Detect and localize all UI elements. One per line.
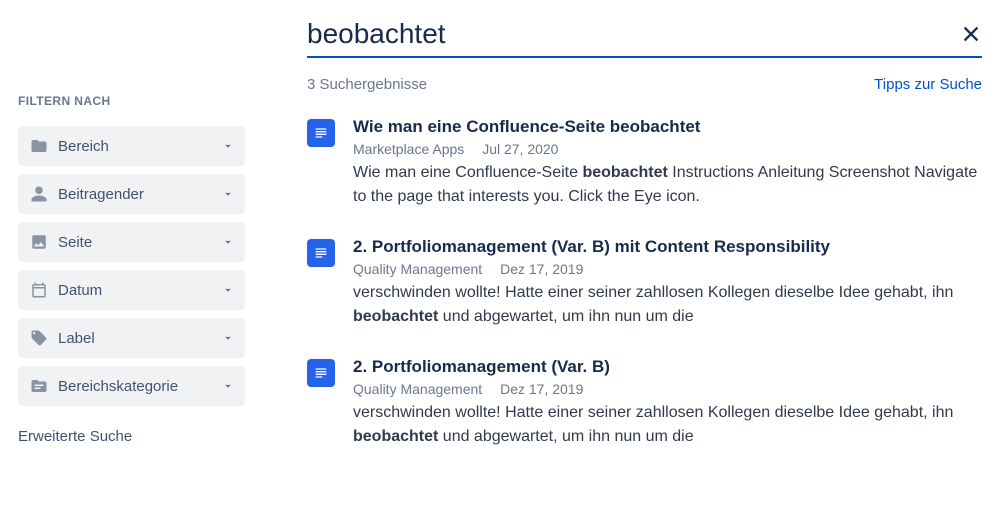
chevron-down-icon bbox=[221, 187, 235, 201]
filter-heading: FILTERN NACH bbox=[18, 94, 245, 108]
result-date: Jul 27, 2020 bbox=[482, 141, 558, 157]
search-result: 2. Portfoliomanagement (Var. B) mit Cont… bbox=[307, 237, 982, 329]
result-space: Quality Management bbox=[353, 261, 482, 277]
result-meta: Quality Management Dez 17, 2019 bbox=[353, 381, 982, 397]
result-date: Dez 17, 2019 bbox=[500, 261, 583, 277]
tag-icon bbox=[30, 329, 48, 347]
filter-bereich[interactable]: Bereich bbox=[18, 126, 245, 166]
result-title[interactable]: 2. Portfoliomanagement (Var. B) mit Cont… bbox=[353, 237, 982, 257]
result-meta: Quality Management Dez 17, 2019 bbox=[353, 261, 982, 277]
search-result: Wie man eine Confluence-Seite beobachtet… bbox=[307, 117, 982, 209]
result-count: 3 Suchergebnisse bbox=[307, 76, 427, 93]
result-title[interactable]: 2. Portfoliomanagement (Var. B) bbox=[353, 357, 982, 377]
filter-bereichskategorie[interactable]: Bereichskategorie bbox=[18, 366, 245, 406]
search-result: 2. Portfoliomanagement (Var. B) Quality … bbox=[307, 357, 982, 449]
doc-icon bbox=[307, 239, 335, 267]
search-tips-link[interactable]: Tipps zur Suche bbox=[874, 76, 982, 93]
advanced-search-link[interactable]: Erweiterte Suche bbox=[18, 428, 245, 445]
filter-list: Bereich Beitragender Seite Datum Lab bbox=[18, 126, 245, 406]
filter-label: Bereichskategorie bbox=[58, 378, 221, 395]
result-space: Marketplace Apps bbox=[353, 141, 464, 157]
result-snippet: Wie man eine Confluence-Seite beobachtet… bbox=[353, 161, 982, 209]
filter-label[interactable]: Label bbox=[18, 318, 245, 358]
result-snippet: verschwinden wollte! Hatte einer seiner … bbox=[353, 401, 982, 449]
search-row bbox=[307, 18, 982, 58]
main-panel: 3 Suchergebnisse Tipps zur Suche Wie man… bbox=[245, 0, 1000, 449]
chevron-down-icon bbox=[221, 331, 235, 345]
result-meta: Marketplace Apps Jul 27, 2020 bbox=[353, 141, 982, 157]
result-title[interactable]: Wie man eine Confluence-Seite beobachtet bbox=[353, 117, 982, 137]
result-snippet: verschwinden wollte! Hatte einer seiner … bbox=[353, 281, 982, 329]
calendar-icon bbox=[30, 281, 48, 299]
result-space: Quality Management bbox=[353, 381, 482, 397]
result-date: Dez 17, 2019 bbox=[500, 381, 583, 397]
folders-icon bbox=[30, 377, 48, 395]
chevron-down-icon bbox=[221, 235, 235, 249]
search-input[interactable] bbox=[307, 18, 960, 50]
filter-label: Label bbox=[58, 330, 221, 347]
close-icon[interactable] bbox=[960, 23, 982, 45]
chevron-down-icon bbox=[221, 379, 235, 393]
image-icon bbox=[30, 233, 48, 251]
filter-label: Beitragender bbox=[58, 186, 221, 203]
results-list: Wie man eine Confluence-Seite beobachtet… bbox=[307, 117, 982, 449]
chevron-down-icon bbox=[221, 139, 235, 153]
filter-label: Bereich bbox=[58, 138, 221, 155]
results-meta: 3 Suchergebnisse Tipps zur Suche bbox=[307, 76, 982, 93]
filter-label: Datum bbox=[58, 282, 221, 299]
filter-beitragender[interactable]: Beitragender bbox=[18, 174, 245, 214]
filter-seite[interactable]: Seite bbox=[18, 222, 245, 262]
filter-datum[interactable]: Datum bbox=[18, 270, 245, 310]
filter-label: Seite bbox=[58, 234, 221, 251]
chevron-down-icon bbox=[221, 283, 235, 297]
person-icon bbox=[30, 185, 48, 203]
filter-sidebar: FILTERN NACH Bereich Beitragender Seite … bbox=[0, 0, 245, 449]
folder-icon bbox=[30, 137, 48, 155]
doc-icon bbox=[307, 359, 335, 387]
doc-icon bbox=[307, 119, 335, 147]
